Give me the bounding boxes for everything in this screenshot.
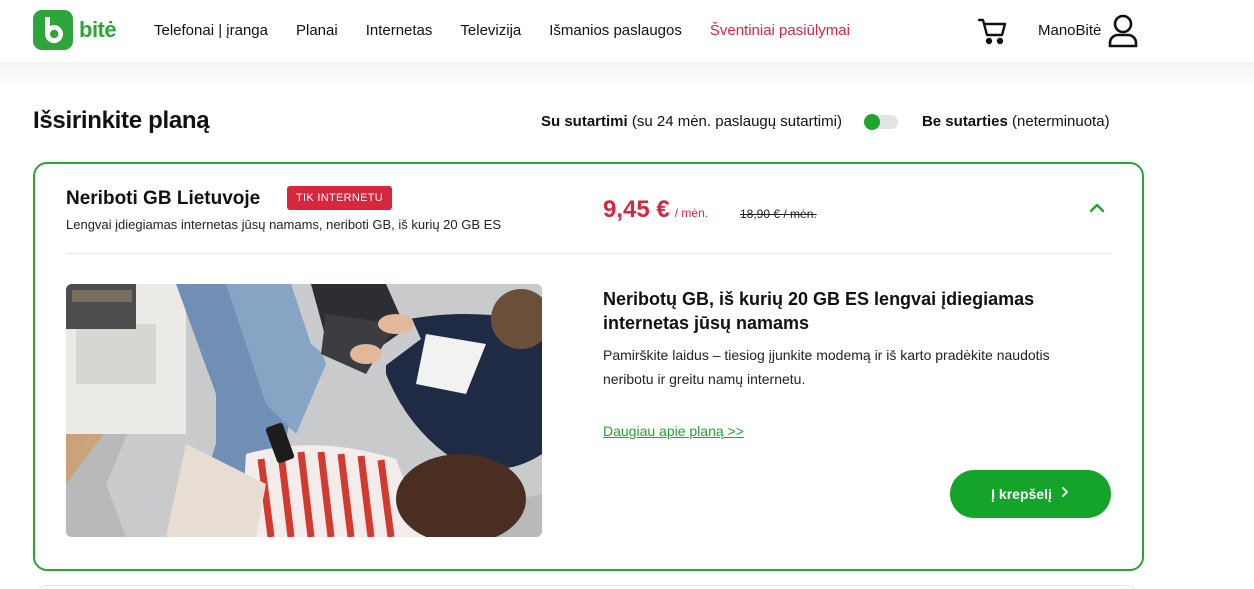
option-with-contract-note: (su 24 mėn. paslaugų sutartimi): [631, 113, 842, 130]
site-header: bitė Telefonai | įranga Planai Interneta…: [0, 0, 1254, 62]
card-divider: [66, 253, 1112, 254]
chevron-up-icon[interactable]: [1087, 200, 1107, 216]
plan-subtitle: Lengvai įdiegiamas internetas jūsų namam…: [66, 217, 501, 232]
plan-card: Neriboti GB Lietuvoje TIK INTERNETU Leng…: [33, 162, 1144, 571]
account-label: ManoBitė: [1038, 22, 1102, 39]
next-plan-card: [37, 585, 1137, 589]
plan-photo: [66, 284, 542, 537]
add-to-cart-button[interactable]: Į krepšelį: [950, 470, 1111, 518]
add-to-cart-label: Į krepšelį: [991, 486, 1052, 502]
user-icon: [1107, 13, 1139, 49]
page-title: Išsirinkite planą: [33, 107, 210, 134]
nav-item-phones[interactable]: Telefonai | įranga: [154, 22, 268, 39]
chevron-right-icon: [1060, 485, 1070, 503]
plan-name: Neriboti GB Lietuvoje: [66, 188, 261, 209]
nav-item-tv[interactable]: Televizija: [460, 22, 521, 39]
nav-item-plans[interactable]: Planai: [296, 22, 338, 39]
nav-item-internet[interactable]: Internetas: [366, 22, 433, 39]
plan-price: 9,45 € / mėn.: [603, 196, 708, 224]
toggle-knob: [863, 113, 880, 130]
nav-item-smart-services[interactable]: Išmanios paslaugos: [549, 22, 682, 39]
contract-toggle[interactable]: [863, 113, 898, 130]
logo-mark-icon: [33, 10, 73, 50]
account-menu[interactable]: ManoBitė: [1038, 13, 1139, 49]
plan-detail-title: Neribotų GB, iš kurių 20 GB ES lengvai į…: [603, 289, 1035, 333]
logo-text: bitė: [79, 17, 117, 42]
more-about-plan-link[interactable]: Daugiau apie planą >>: [603, 423, 744, 439]
cart-icon[interactable]: [977, 15, 1009, 47]
option-without-contract-note: (neterminuota): [1012, 113, 1110, 130]
plan-badge: TIK INTERNETU: [287, 186, 393, 210]
bite-logo[interactable]: bitė: [33, 10, 117, 50]
old-price: 18,90 € / mėn.: [740, 207, 817, 221]
option-without-contract-label: Be sutarties: [921, 113, 1008, 130]
price-value: 9,45 €: [603, 196, 670, 223]
main-nav: Telefonai | įranga Planai Internetas Tel…: [154, 22, 850, 39]
price-unit: / mėn.: [674, 206, 709, 220]
option-with-contract-label: Su sutartimi: [541, 113, 628, 130]
header-shadow-band: [0, 62, 1254, 92]
contract-type-switch: Su sutartimi (su 24 mėn. paslaugų sutart…: [541, 113, 1110, 130]
nav-item-holiday-offers[interactable]: Šventiniai pasiūlymai: [710, 22, 850, 39]
plan-detail-description: Pamirškite laidus – tiesiog įjunkite mod…: [603, 347, 1050, 387]
